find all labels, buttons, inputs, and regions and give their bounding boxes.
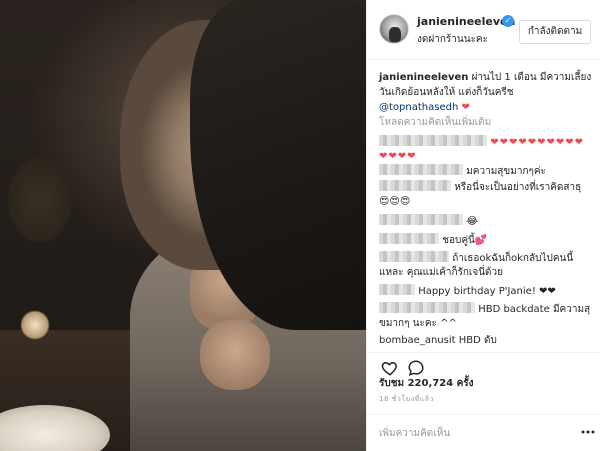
comment-item: bombae_anusit HBD ดับ <box>379 334 593 348</box>
location-label[interactable]: งดฝากร้านนะคะ <box>417 32 488 47</box>
caption-username[interactable]: janienineeleven <box>379 72 468 83</box>
comment-text: มความสุขมากๆค่ะ <box>466 166 546 177</box>
photo-lamp <box>20 310 50 340</box>
post-caption: janienineeleven ผ่านไป 1 เดือน มีความเลี… <box>379 70 593 115</box>
following-button[interactable]: กำลังติดตาม <box>519 20 591 44</box>
blurred-username <box>379 214 463 225</box>
blurred-username <box>379 302 475 313</box>
blurred-username <box>379 233 439 244</box>
comment-item: มความสุขมากๆค่ะ <box>379 164 593 179</box>
more-options-icon[interactable] <box>581 429 595 435</box>
comment-text: 😂 <box>466 216 478 227</box>
blurred-username <box>379 180 451 191</box>
blurred-username <box>379 164 463 175</box>
comment-text: bombae_anusit HBD ดับ <box>379 335 497 346</box>
comment-item: ถ้าเธอokฉันก็okกลับไปคนนี้แหละ คุณแม่เค้… <box>379 251 593 280</box>
comment-item: 😂 <box>379 214 593 229</box>
caption-mention[interactable]: @topnathasedh <box>379 102 458 113</box>
blurred-username <box>379 135 487 146</box>
header-username[interactable]: janienineeleven <box>417 15 515 28</box>
comment-text: Happy birthday P'Janie! ❤❤ <box>418 286 556 297</box>
post-photo[interactable] <box>0 0 366 451</box>
caption-heart-emoji: ❤ <box>461 102 470 113</box>
load-more-comments[interactable]: โหลดความคิดเห็นเพิ่มเติม <box>379 115 491 130</box>
comment-item: HBD backdate มีความสุขมากๆ นะคะ ^^ <box>379 302 593 331</box>
post-timestamp: 18 ชั่วโมงที่แล้ว <box>379 395 434 403</box>
comment-bubble-icon[interactable] <box>407 359 425 377</box>
blurred-username <box>379 251 449 262</box>
photo-hand <box>200 320 270 390</box>
post-panel: janienineeleven ✓ งดฝากร้านนะคะ กำลังติด… <box>366 0 600 451</box>
comment-item: ❤❤❤❤❤❤❤❤❤❤❤❤❤❤ <box>379 135 593 164</box>
post-actions <box>367 352 600 376</box>
comment-text: ชอบคู่นี้💕 <box>442 235 488 246</box>
add-comment-bar <box>367 414 600 451</box>
view-count[interactable]: รับชม 220,724 ครั้ง <box>379 376 474 391</box>
avatar[interactable] <box>379 14 409 44</box>
comment-item: หรือนี่จะเป็นอย่างที่เราคิดสาธุ 😍😍😍 <box>379 180 593 209</box>
photo-plant <box>0 130 90 270</box>
post-header: janienineeleven ✓ งดฝากร้านนะคะ กำลังติด… <box>367 0 600 60</box>
like-heart-icon[interactable] <box>381 359 399 377</box>
verified-badge-icon: ✓ <box>502 15 514 27</box>
add-comment-input[interactable] <box>379 425 569 441</box>
comment-item: ชอบคู่นี้💕 <box>379 233 593 248</box>
comment-item: Happy birthday P'Janie! ❤❤ <box>379 284 593 299</box>
blurred-username <box>379 284 415 295</box>
